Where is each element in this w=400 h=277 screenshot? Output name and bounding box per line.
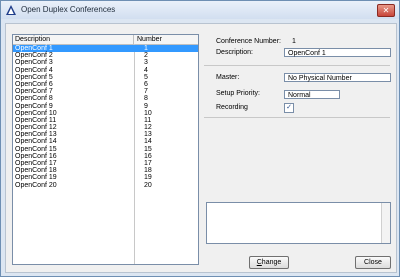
column-header-number[interactable]: Number [137,35,192,44]
close-button[interactable]: Close [355,256,391,269]
conference-list[interactable]: Description Number OpenConf 1 1 OpenConf 2… [12,34,199,265]
list-item-number: 11 [144,116,152,124]
section-divider [204,117,390,118]
list-item-description: OpenConf 1 [15,45,53,52]
list-item[interactable]: OpenConf 8 8 [13,95,198,102]
list-item[interactable]: OpenConf 6 6 [13,81,198,88]
list-item[interactable]: OpenConf 13 13 [13,131,198,138]
list-item-description: OpenConf 19 [15,174,57,182]
check-icon: ✓ [286,104,292,111]
list-item-number: 14 [144,138,152,146]
list-item-description: OpenConf 6 [15,80,53,88]
dialog-client-area: Description Number OpenConf 1 1 OpenConf 2… [5,23,397,273]
list-rows: OpenConf 1 1 OpenConf 2 2 OpenConf 3 3 OpenCon… [13,45,198,189]
list-item-number: 3 [144,59,148,67]
list-item-number: 1 [144,45,148,52]
list-item[interactable]: OpenConf 5 5 [13,74,198,81]
list-item-description: OpenConf 2 [15,52,53,60]
change-label: hange [261,259,282,266]
list-item[interactable]: OpenConf 9 9 [13,103,198,110]
list-item[interactable]: OpenConf 15 15 [13,146,198,153]
list-item-number: 2 [144,52,148,60]
master-field[interactable]: No Physical Number [284,73,391,82]
list-item-number: 15 [144,145,152,153]
section-divider [204,65,390,66]
list-item[interactable]: OpenConf 17 17 [13,160,198,167]
list-item-number: 18 [144,167,152,175]
master-label: Master: [216,74,240,81]
list-item-description: OpenConf 9 [15,102,53,110]
list-item-number: 6 [144,80,148,88]
notes-textarea[interactable] [206,202,391,244]
list-header: Description Number [13,35,198,45]
list-item-description: OpenConf 4 [15,66,53,74]
app-logo-icon [6,5,16,15]
list-item-number: 10 [144,109,152,117]
list-item[interactable]: OpenConf 2 2 [13,52,198,59]
list-item-number: 12 [144,124,152,132]
notes-scrollbar[interactable] [381,203,390,243]
list-item[interactable]: OpenConf 16 16 [13,153,198,160]
list-item-description: OpenConf 12 [15,124,57,132]
list-item-number: 13 [144,131,152,139]
list-item[interactable]: OpenConf 11 11 [13,117,198,124]
list-item[interactable]: OpenConf 1 1 [13,45,198,53]
list-item-description: OpenConf 17 [15,160,57,167]
dialog-window: Open Duplex Conferences ✕ Description Nu… [0,0,400,277]
list-item-description: OpenConf 16 [15,152,57,160]
list-item-number: 5 [144,73,148,81]
recording-checkbox[interactable]: ✓ [284,103,294,113]
list-item-description: OpenConf 3 [15,59,53,67]
list-item[interactable]: OpenConf 19 19 [13,174,198,181]
list-item-description: OpenConf 14 [15,138,57,146]
conference-number-value: 1 [292,38,296,45]
list-item-number: 9 [144,102,148,110]
list-item[interactable]: OpenConf 20 20 [13,182,198,189]
recording-label: Recording [216,104,248,111]
setup-priority-field[interactable]: Normal [284,90,340,99]
list-item-description: OpenConf 11 [15,116,57,124]
list-item[interactable]: OpenConf 14 14 [13,138,198,145]
column-header-description[interactable]: Description [15,35,134,44]
window-title: Open Duplex Conferences [21,5,116,14]
description-label: Description: [216,49,253,56]
list-item-number: 20 [144,181,152,189]
list-item-number: 7 [144,88,148,96]
list-item[interactable]: OpenConf 4 4 [13,67,198,74]
list-item-description: OpenConf 7 [15,88,53,96]
list-item-description: OpenConf 10 [15,109,57,117]
title-bar[interactable]: Open Duplex Conferences ✕ [1,1,399,19]
list-item[interactable]: OpenConf 7 7 [13,88,198,95]
list-item-description: OpenConf 13 [15,131,57,139]
window-close-button[interactable]: ✕ [377,4,395,17]
description-input[interactable]: OpenConf 1 [284,48,391,57]
change-button[interactable]: Change [249,256,289,269]
list-item-description: OpenConf 8 [15,95,53,103]
list-item-number: 4 [144,66,148,74]
list-item-description: OpenConf 18 [15,167,57,175]
list-item[interactable]: OpenConf 18 18 [13,167,198,174]
list-item-description: OpenConf 15 [15,145,57,153]
list-item-description: OpenConf 20 [15,181,57,189]
list-item-number: 16 [144,152,152,160]
list-item[interactable]: OpenConf 12 12 [13,124,198,131]
list-item[interactable]: OpenConf 3 3 [13,59,198,66]
list-item-number: 17 [144,160,152,167]
list-item[interactable]: OpenConf 10 10 [13,110,198,117]
conference-number-label: Conference Number: [216,38,281,45]
setup-priority-label: Setup Priority: [216,90,260,97]
list-item-description: OpenConf 5 [15,73,53,81]
list-item-number: 19 [144,174,152,182]
list-item-number: 8 [144,95,148,103]
close-icon: ✕ [382,6,390,15]
